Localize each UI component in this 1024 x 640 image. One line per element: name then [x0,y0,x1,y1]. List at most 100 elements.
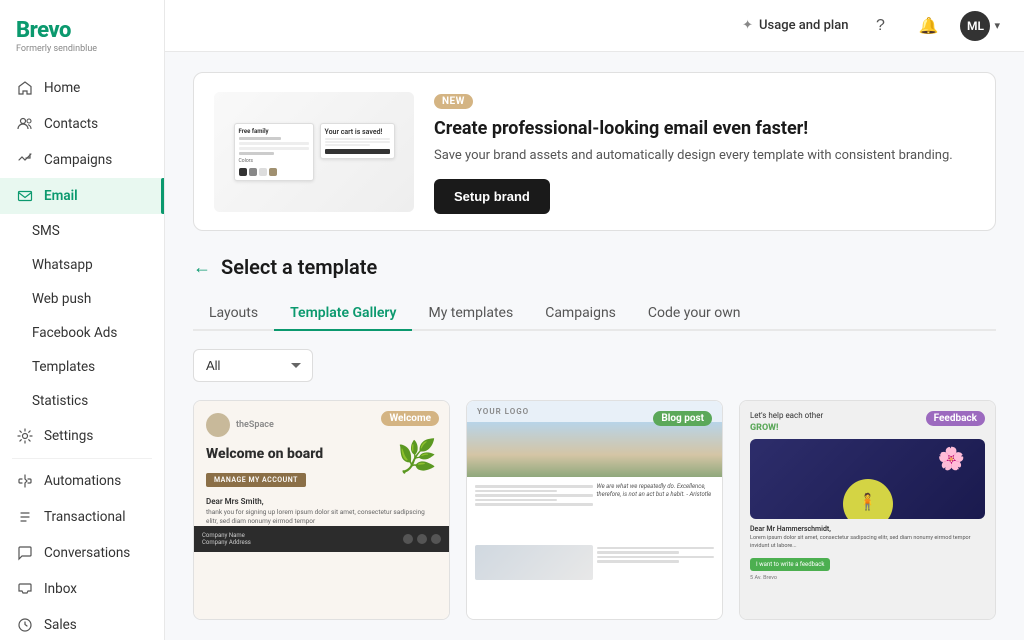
bell-icon: 🔔 [919,16,939,36]
template-card-blog[interactable]: Blog post YOUR LOGO [466,400,723,620]
tab-gallery[interactable]: Template Gallery [274,297,412,331]
sidebar-item-templates[interactable]: Templates [0,350,164,384]
sidebar-item-transactional[interactable]: Transactional [0,499,164,535]
sidebar-label-conversations: Conversations [44,545,130,561]
twitter-footer-icon [431,534,441,544]
tpl1-cta: MANAGE MY ACCOUNT [206,473,306,487]
back-button[interactable]: ← [193,257,211,278]
help-icon: ? [876,17,885,35]
sidebar-item-email[interactable]: Email [0,178,164,214]
promo-title: Create professional-looking email even f… [434,117,975,140]
tpl1-text: thank you for signing up lorem ipsum dol… [206,508,437,526]
sidebar-item-facebook[interactable]: Facebook Ads [0,316,164,350]
templates-grid: Welcome theSpace Welcome on board 🌿 MANA… [193,400,996,620]
usage-plan-button[interactable]: ✦ Usage and plan [742,18,848,33]
sidebar-label-templates: Templates [32,359,95,375]
conversations-icon [16,544,34,562]
tpl3-flowers-decoration: 🌸 [938,447,965,472]
avatar: ML [960,11,990,41]
inbox-icon [16,580,34,598]
home-icon [16,79,34,97]
setup-brand-button[interactable]: Setup brand [434,179,550,214]
main-content: ✦ Usage and plan ? 🔔 ML ▾ Free family [165,0,1024,640]
nav-divider-1 [12,458,152,459]
tpl2-text-left [475,483,593,541]
user-menu[interactable]: ML ▾ [960,11,1000,41]
help-button[interactable]: ? [864,10,896,42]
sidebar-item-whatsapp[interactable]: Whatsapp [0,248,164,282]
sidebar-item-webpush[interactable]: Web push [0,282,164,316]
tpl3-footer: 5 Av. Brevo [750,575,985,581]
tab-my-templates[interactable]: My templates [412,297,529,331]
campaigns-icon [16,151,34,169]
brand-sub: Formerly sendinblue [16,44,148,54]
sidebar-item-conversations[interactable]: Conversations [0,535,164,571]
sidebar-label-contacts: Contacts [44,116,98,132]
sidebar-label-automations: Automations [44,473,121,489]
logo: Brevo Formerly sendinblue [0,0,164,66]
sidebar-item-sales[interactable]: Sales [0,607,164,640]
tpl1-brand: theSpace [236,420,274,430]
sidebar-label-inbox: Inbox [44,581,77,597]
topbar: ✦ Usage and plan ? 🔔 ML ▾ [165,0,1024,52]
template-tabs: Layouts Template Gallery My templates Ca… [193,297,996,331]
sidebar-label-webpush: Web push [32,291,91,307]
tab-code-your-own[interactable]: Code your own [632,297,757,331]
sidebar-label-home: Home [44,80,80,96]
template-card-welcome[interactable]: Welcome theSpace Welcome on board 🌿 MANA… [193,400,450,620]
section-header: ← Select a template [193,255,996,279]
tpl3-illustration: 🌸 🧍 [750,439,985,519]
sales-icon [16,616,34,634]
template-welcome-preview: theSpace Welcome on board 🌿 MANAGE MY AC… [194,401,449,619]
tpl2-hero-image [467,422,722,477]
tpl2-body: We are what we repeatedly do. Excellence… [467,477,722,619]
tpl2-image-small [475,545,593,613]
tab-campaigns[interactable]: Campaigns [529,297,632,331]
tpl1-footer: Company NameCompany Address [194,526,449,552]
category-filter[interactable]: All Welcome Newsletter Promotional Trans… [193,349,313,382]
sidebar-label-whatsapp: Whatsapp [32,257,93,273]
sidebar-label-statistics: Statistics [32,393,88,409]
blog-badge: Blog post [653,411,712,426]
tpl2-logo: YOUR LOGO [477,407,529,416]
template-blog-preview: YOUR LOGO We are what we repeatedly do. [467,401,722,619]
sidebar-item-settings[interactable]: Settings [0,418,164,454]
automations-icon [16,472,34,490]
promo-description: Save your brand assets and automatically… [434,147,975,165]
template-card-feedback[interactable]: Feedback Let's help each other GROW! 🌸 🧍… [739,400,996,620]
tpl2-thumbnail [475,545,593,580]
filter-row: All Welcome Newsletter Promotional Trans… [193,349,996,382]
email-icon [16,187,34,205]
sidebar-item-sms[interactable]: SMS [0,214,164,248]
tpl1-avatar [206,413,230,437]
sidebar-item-automations[interactable]: Automations [0,463,164,499]
tpl1-dear: Dear Mrs Smith, [206,497,437,506]
sidebar-item-contacts[interactable]: Contacts [0,106,164,142]
settings-icon [16,427,34,445]
template-feedback-preview: Let's help each other GROW! 🌸 🧍 Dear Mr … [740,401,995,619]
instagram-footer-icon [417,534,427,544]
sidebar-label-transactional: Transactional [44,509,126,525]
tab-layouts[interactable]: Layouts [193,297,274,331]
tpl2-quote: We are what we repeatedly do. Excellence… [597,483,715,500]
sidebar-item-inbox[interactable]: Inbox [0,571,164,607]
tpl1-plant-decoration: 🌿 [397,437,437,475]
tpl3-dear: Dear Mr Hammerschmidt, [750,525,985,533]
sidebar-label-email: Email [44,188,78,204]
tpl2-text-bottom [597,545,715,613]
brand-name: Brevo [16,18,148,43]
contacts-icon [16,115,34,133]
promo-banner: Free family Colors [193,72,996,231]
sidebar-item-campaigns[interactable]: Campaigns [0,142,164,178]
promo-badge: NEW [434,94,473,109]
notifications-button[interactable]: 🔔 [912,10,944,42]
promo-preview: Free family Colors [214,92,414,212]
chevron-down-icon: ▾ [994,19,1000,32]
facebook-footer-icon [403,534,413,544]
sidebar-label-sms: SMS [32,223,60,239]
sidebar-item-statistics[interactable]: Statistics [0,384,164,418]
sidebar-label-settings: Settings [44,428,93,444]
sidebar-item-home[interactable]: Home [0,70,164,106]
welcome-badge: Welcome [381,411,439,426]
sidebar-label-campaigns: Campaigns [44,152,112,168]
